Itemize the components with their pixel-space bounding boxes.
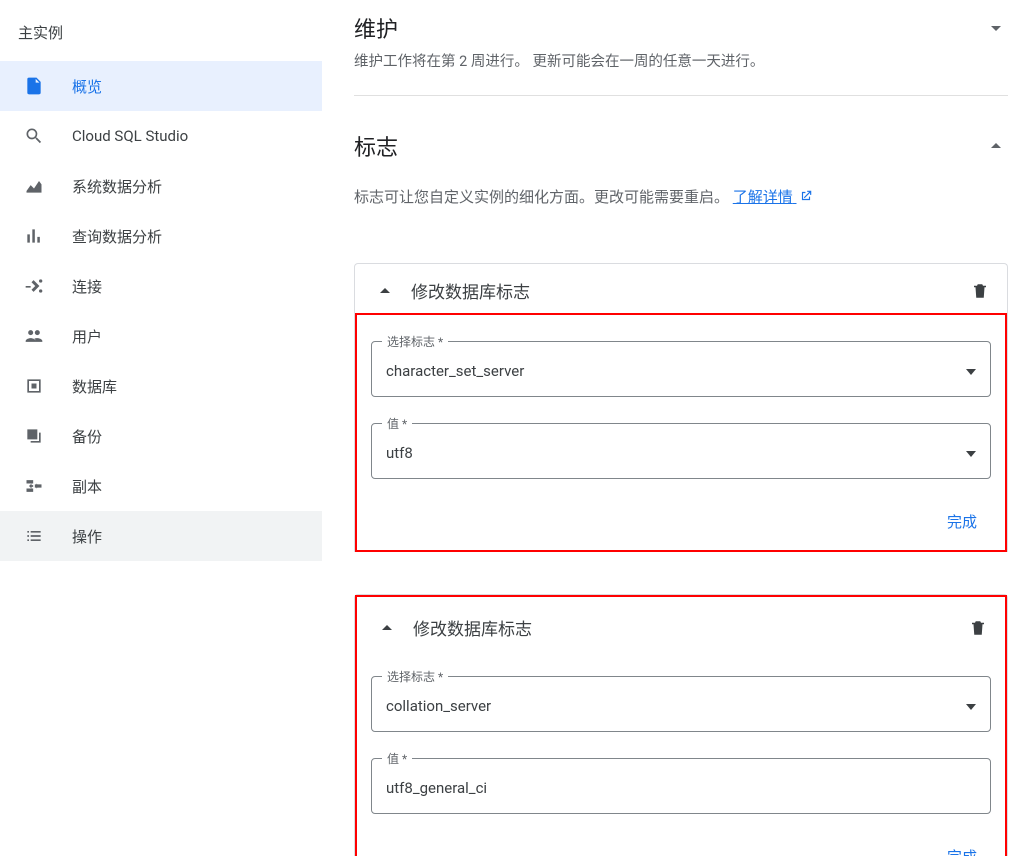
value-dropdown[interactable]: 值 * utf8	[371, 423, 991, 479]
trash-icon[interactable]	[969, 618, 987, 638]
dropdown-arrow-icon	[966, 360, 976, 379]
sidebar-item-label: 系统数据分析	[72, 176, 162, 197]
highlight-box: 选择标志 * character_set_server 值 * utf8 完成	[355, 313, 1007, 552]
connect-icon	[24, 276, 72, 296]
sidebar-item-replicas[interactable]: 副本	[0, 461, 322, 511]
main-content: 维护 维护工作将在第 2 周进行。 更新可能会在一周的任意一天进行。 标志 标志…	[322, 0, 1024, 856]
field-label: 值 *	[382, 750, 412, 767]
dropdown-arrow-icon	[966, 442, 976, 461]
field-value: utf8_general_ci	[386, 779, 487, 797]
database-icon	[24, 376, 72, 396]
field-value: collation_server	[386, 697, 491, 715]
chart-bar-icon	[24, 226, 72, 246]
field-label: 选择标志 *	[382, 668, 448, 685]
sidebar-item-label: 查询数据分析	[72, 226, 162, 247]
replica-icon	[24, 476, 72, 496]
chevron-up-icon[interactable]	[984, 134, 1008, 158]
sidebar-item-backups[interactable]: 备份	[0, 411, 322, 461]
sidebar-item-operations[interactable]: 操作	[0, 511, 322, 561]
document-icon	[24, 76, 72, 96]
maintenance-section: 维护 维护工作将在第 2 周进行。 更新可能会在一周的任意一天进行。	[354, 0, 1008, 96]
flags-section: 标志 标志可让您自定义实例的细化方面。更改可能需要重启。 了解详情 修改数据库标…	[354, 96, 1008, 856]
chevron-up-icon[interactable]	[375, 616, 399, 640]
select-flag-dropdown[interactable]: 选择标志 * collation_server	[371, 676, 991, 732]
sidebar-title: 主实例	[0, 8, 322, 61]
users-icon	[24, 326, 72, 346]
sidebar-item-label: 操作	[72, 526, 102, 547]
done-button[interactable]: 完成	[937, 503, 987, 540]
chevron-down-icon[interactable]	[984, 16, 1008, 40]
sidebar-item-overview[interactable]: 概览	[0, 61, 322, 111]
chart-area-icon	[24, 176, 72, 196]
flags-description: 标志可让您自定义实例的细化方面。更改可能需要重启。 了解详情	[354, 186, 1008, 207]
sidebar-item-cloud-sql-studio[interactable]: Cloud SQL Studio	[0, 111, 322, 161]
sidebar: 主实例 概览 Cloud SQL Studio 系统数据分析 查询数据分析 连接…	[0, 0, 322, 856]
sidebar-item-system-insights[interactable]: 系统数据分析	[0, 161, 322, 211]
sidebar-item-label: 副本	[72, 476, 102, 497]
sidebar-item-label: Cloud SQL Studio	[72, 127, 188, 145]
search-icon	[24, 126, 72, 146]
sidebar-item-connections[interactable]: 连接	[0, 261, 322, 311]
flag-card: 修改数据库标志 选择标志 * character_set_server 值 * …	[354, 263, 1008, 552]
maintenance-description: 维护工作将在第 2 周进行。 更新可能会在一周的任意一天进行。	[354, 50, 764, 71]
field-value: character_set_server	[386, 362, 524, 380]
flags-title: 标志	[354, 130, 398, 162]
sidebar-item-label: 备份	[72, 426, 102, 447]
flags-description-text: 标志可让您自定义实例的细化方面。更改可能需要重启。	[354, 188, 729, 206]
flag-card-title: 修改数据库标志	[413, 615, 969, 640]
sidebar-item-label: 用户	[72, 326, 102, 347]
learn-more-link[interactable]: 了解详情	[733, 188, 813, 206]
dropdown-arrow-icon	[966, 695, 976, 714]
done-button[interactable]: 完成	[937, 838, 987, 856]
highlight-box: 修改数据库标志 选择标志 * collation_server 值 * utf8…	[355, 595, 1007, 856]
field-label: 选择标志 *	[382, 333, 448, 350]
external-link-icon	[799, 189, 813, 203]
list-icon	[24, 526, 72, 546]
maintenance-title: 维护	[354, 12, 764, 44]
sidebar-item-label: 概览	[72, 76, 102, 97]
backup-icon	[24, 426, 72, 446]
flag-card: 修改数据库标志 选择标志 * collation_server 值 * utf8…	[354, 594, 1008, 856]
flag-card-title: 修改数据库标志	[411, 278, 971, 303]
select-flag-dropdown[interactable]: 选择标志 * character_set_server	[371, 341, 991, 397]
trash-icon[interactable]	[971, 281, 989, 301]
sidebar-item-label: 数据库	[72, 376, 117, 397]
sidebar-item-users[interactable]: 用户	[0, 311, 322, 361]
sidebar-item-label: 连接	[72, 276, 102, 297]
field-value: utf8	[386, 444, 413, 462]
value-input[interactable]: 值 * utf8_general_ci	[371, 758, 991, 814]
sidebar-item-query-insights[interactable]: 查询数据分析	[0, 211, 322, 261]
sidebar-item-databases[interactable]: 数据库	[0, 361, 322, 411]
chevron-up-icon[interactable]	[373, 279, 397, 303]
field-label: 值 *	[382, 415, 412, 432]
